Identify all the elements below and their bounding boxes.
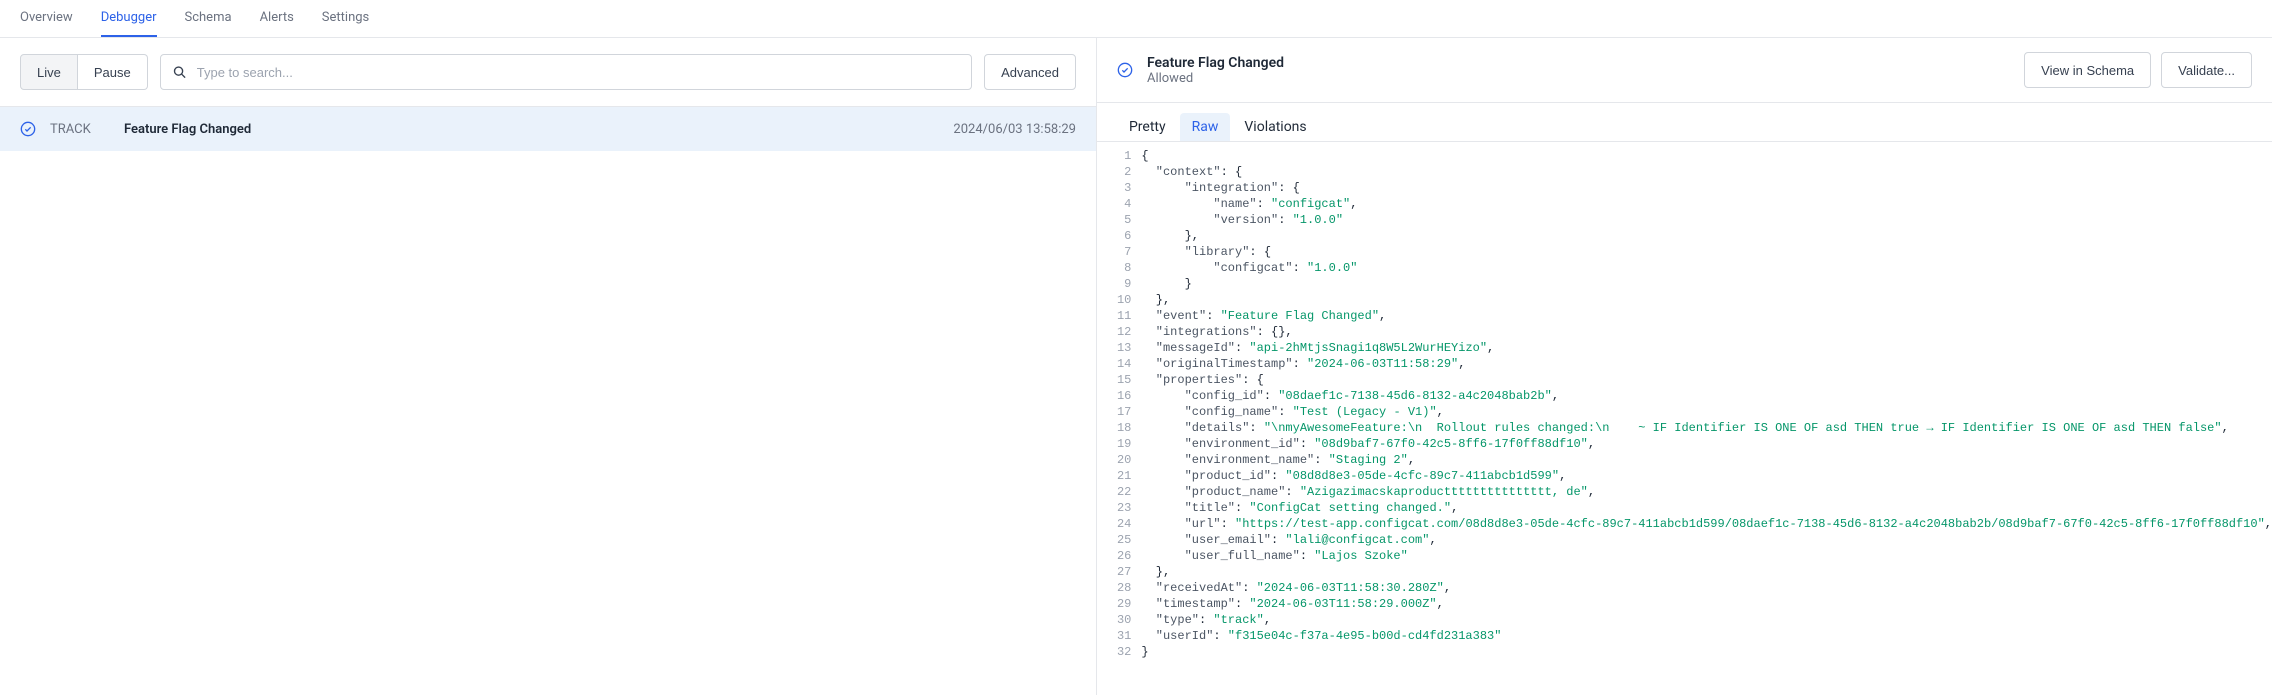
event-timestamp: 2024/06/03 13:58:29	[953, 122, 1076, 137]
search-icon	[172, 65, 187, 80]
event-name: Feature Flag Changed	[124, 122, 939, 137]
detail-pane: Feature Flag Changed Allowed View in Sch…	[1097, 38, 2272, 695]
detail-status: Allowed	[1147, 71, 2010, 86]
live-button[interactable]: Live	[20, 54, 78, 90]
tab-schema[interactable]: Schema	[185, 0, 232, 37]
validate-button[interactable]: Validate...	[2161, 52, 2252, 88]
event-list-pane: Live Pause Advanced TRACK Feature Flag C…	[0, 38, 1097, 695]
line-gutter: 1 2 3 4 5 6 7 8 9 10 11 12 13 14 15 16 1…	[1097, 148, 1141, 695]
raw-json-viewer[interactable]: 1 2 3 4 5 6 7 8 9 10 11 12 13 14 15 16 1…	[1097, 142, 2272, 695]
nav-tabs: Overview Debugger Schema Alerts Settings	[0, 0, 2272, 38]
detail-title: Feature Flag Changed	[1147, 55, 2010, 71]
search-input[interactable]	[160, 54, 972, 90]
subtab-pretty[interactable]: Pretty	[1117, 113, 1178, 141]
check-circle-icon	[20, 121, 36, 137]
live-pause-group: Live Pause	[20, 54, 148, 90]
tab-debugger[interactable]: Debugger	[101, 0, 157, 37]
detail-subtabs: Pretty Raw Violations	[1097, 103, 2272, 142]
code-content: { "context": { "integration": { "name": …	[1141, 148, 2272, 695]
toolbar: Live Pause Advanced	[0, 38, 1096, 107]
event-type: TRACK	[50, 122, 110, 137]
subtab-violations[interactable]: Violations	[1232, 113, 1318, 141]
tab-overview[interactable]: Overview	[20, 0, 73, 37]
view-in-schema-button[interactable]: View in Schema	[2024, 52, 2151, 88]
advanced-button[interactable]: Advanced	[984, 54, 1076, 90]
tab-alerts[interactable]: Alerts	[260, 0, 294, 37]
tab-settings[interactable]: Settings	[322, 0, 369, 37]
search-wrap	[160, 54, 972, 90]
subtab-raw[interactable]: Raw	[1180, 113, 1231, 141]
pause-button[interactable]: Pause	[78, 54, 148, 90]
detail-header: Feature Flag Changed Allowed View in Sch…	[1097, 38, 2272, 103]
check-circle-icon	[1117, 62, 1133, 78]
event-row[interactable]: TRACK Feature Flag Changed 2024/06/03 13…	[0, 107, 1096, 151]
